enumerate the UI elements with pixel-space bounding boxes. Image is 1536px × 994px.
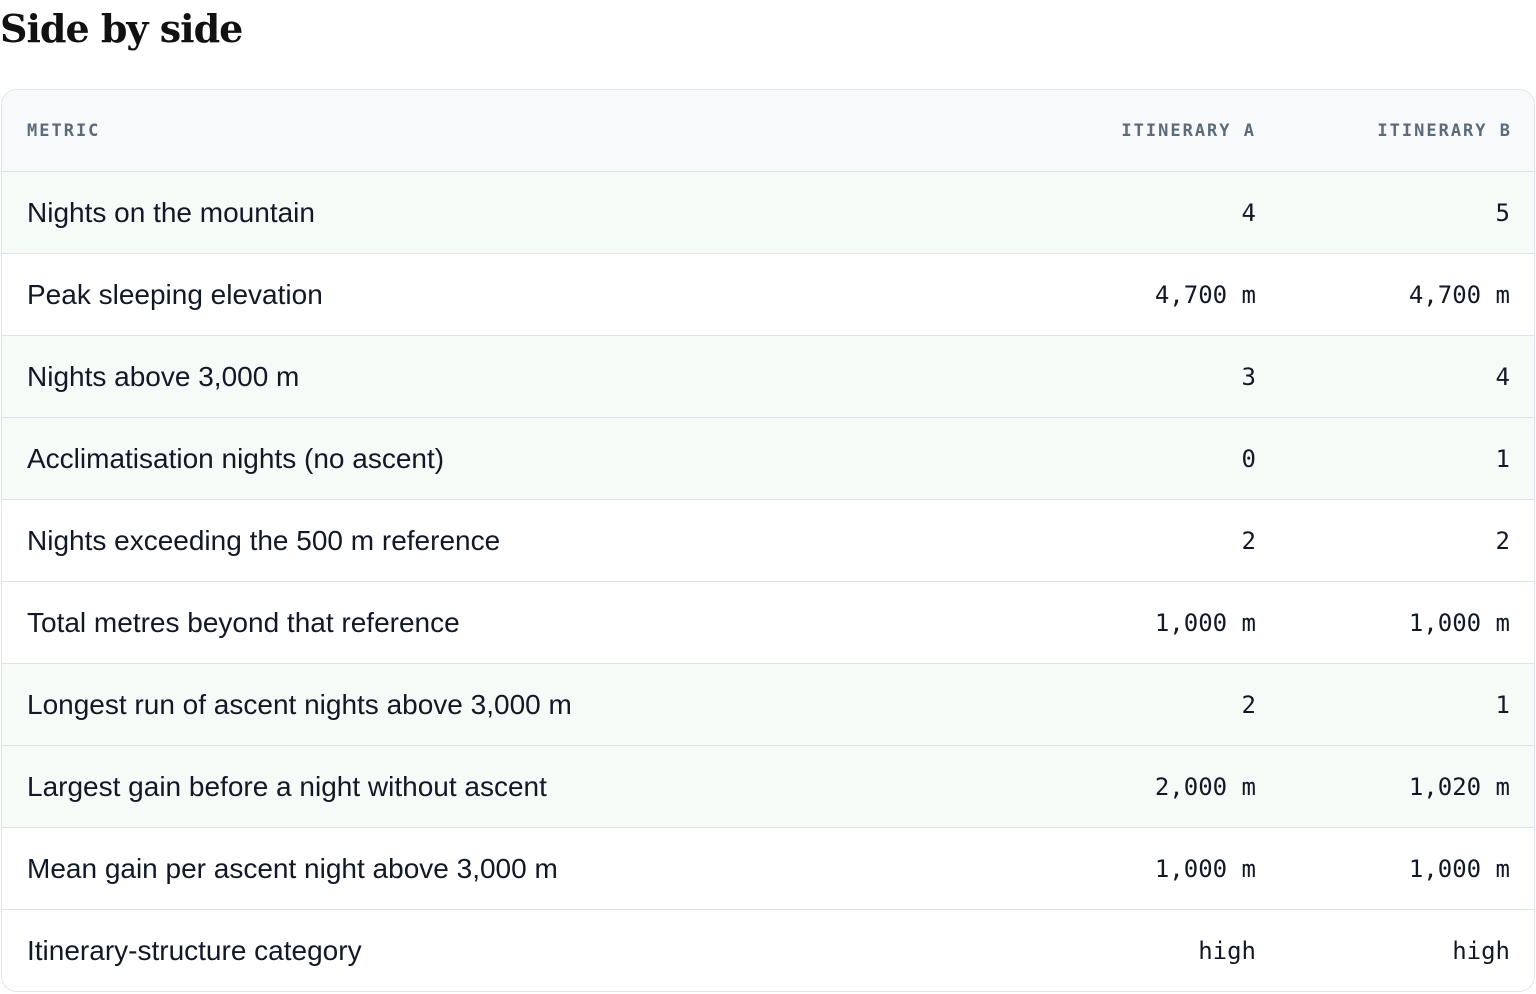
itinerary-b-value: 1 bbox=[1495, 690, 1510, 719]
table-header-row: METRIC ITINERARY A ITINERARY B bbox=[2, 90, 1534, 171]
page-title: Side by side bbox=[0, 6, 243, 51]
itinerary-b-value: high bbox=[1452, 936, 1510, 965]
table-row: Mean gain per ascent night above 3,000 m… bbox=[2, 827, 1534, 909]
itinerary-a-value: 2 bbox=[1241, 526, 1256, 555]
metric-label: Nights on the mountain bbox=[27, 196, 315, 228]
table-row: Peak sleeping elevation 4,700 m 4,700 m bbox=[2, 253, 1534, 335]
table-row: Acclimatisation nights (no ascent) 0 1 bbox=[2, 417, 1534, 499]
column-header-itinerary-a: ITINERARY A bbox=[1121, 120, 1256, 141]
metric-label: Mean gain per ascent night above 3,000 m bbox=[27, 852, 558, 884]
itinerary-a-value: 3 bbox=[1241, 362, 1256, 391]
itinerary-a-value: 1,000 m bbox=[1154, 608, 1256, 637]
itinerary-b-value: 1 bbox=[1495, 444, 1510, 473]
table-row: Nights on the mountain 4 5 bbox=[2, 171, 1534, 253]
metric-label: Nights exceeding the 500 m reference bbox=[27, 524, 501, 556]
itinerary-b-value: 4 bbox=[1495, 362, 1510, 391]
metric-label: Longest run of ascent nights above 3,000… bbox=[27, 688, 572, 720]
itinerary-a-value: 2,000 m bbox=[1154, 772, 1256, 801]
comparison-table: METRIC ITINERARY A ITINERARY B Nights on… bbox=[1, 89, 1535, 992]
itinerary-b-value: 2 bbox=[1495, 526, 1510, 555]
table-row: Largest gain before a night without asce… bbox=[2, 745, 1534, 827]
column-header-itinerary-b: ITINERARY B bbox=[1377, 120, 1512, 141]
itinerary-b-value: 5 bbox=[1495, 198, 1510, 227]
itinerary-b-value: 1,020 m bbox=[1408, 772, 1510, 801]
itinerary-a-value: 0 bbox=[1241, 444, 1256, 473]
table-row: Longest run of ascent nights above 3,000… bbox=[2, 663, 1534, 745]
itinerary-b-value: 4,700 m bbox=[1408, 280, 1510, 309]
metric-label: Total metres beyond that reference bbox=[27, 606, 460, 638]
metric-label: Largest gain before a night without asce… bbox=[27, 770, 547, 802]
metric-label: Nights above 3,000 m bbox=[27, 360, 300, 392]
column-header-metric: METRIC bbox=[27, 120, 101, 141]
metric-label: Itinerary-structure category bbox=[27, 934, 362, 966]
table-row: Nights exceeding the 500 m reference 2 2 bbox=[2, 499, 1534, 581]
itinerary-b-value: 1,000 m bbox=[1408, 608, 1510, 637]
itinerary-a-value: 4 bbox=[1241, 198, 1256, 227]
itinerary-a-value: 4,700 m bbox=[1154, 280, 1256, 309]
table-row: Itinerary-structure category high high bbox=[2, 909, 1534, 991]
itinerary-a-value: 2 bbox=[1241, 690, 1256, 719]
itinerary-a-value: high bbox=[1198, 936, 1256, 965]
table-row: Nights above 3,000 m 3 4 bbox=[2, 335, 1534, 417]
metric-label: Acclimatisation nights (no ascent) bbox=[27, 442, 445, 474]
table-row: Total metres beyond that reference 1,000… bbox=[2, 581, 1534, 663]
metric-label: Peak sleeping elevation bbox=[27, 278, 323, 310]
itinerary-b-value: 1,000 m bbox=[1408, 854, 1510, 883]
itinerary-a-value: 1,000 m bbox=[1154, 854, 1256, 883]
